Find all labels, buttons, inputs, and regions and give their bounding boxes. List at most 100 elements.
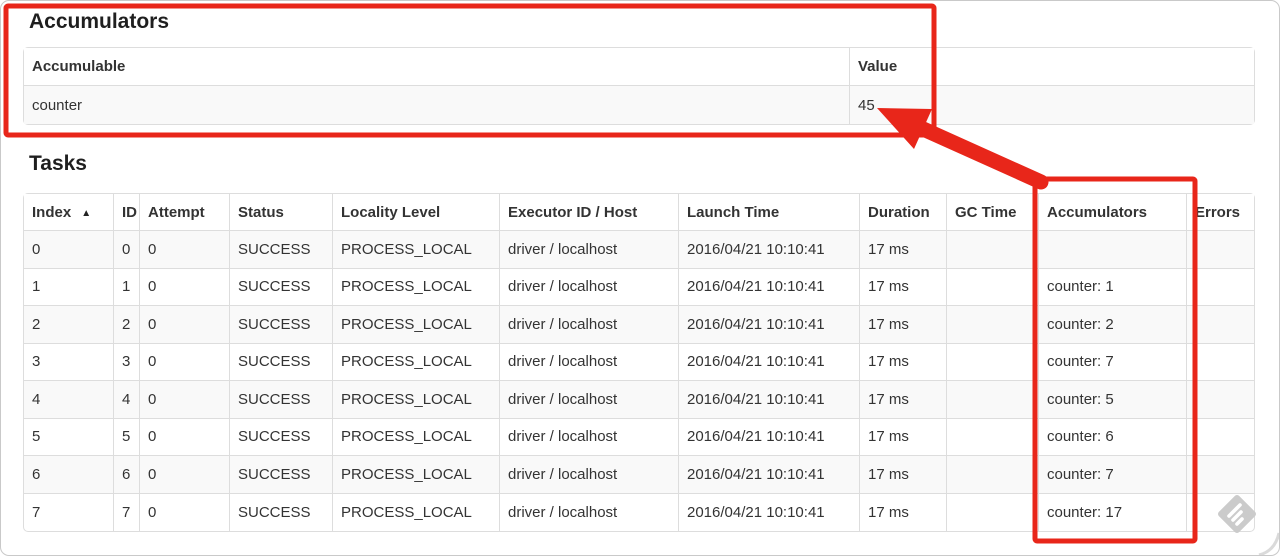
- task-launch-time-cell: 2016/04/21 10:10:41: [679, 343, 860, 381]
- task-errors-cell: [1187, 344, 1254, 381]
- task-attempt-cell: 0: [140, 493, 230, 531]
- watermark-swoosh-decoration: [1258, 532, 1279, 555]
- task-errors-cell: [1187, 494, 1254, 532]
- locality-level-column-header[interactable]: Locality Level: [333, 194, 500, 231]
- task-locality-cell: PROCESS_LOCAL: [333, 456, 500, 494]
- task-row: 6 6 0 SUCCESS PROCESS_LOCAL driver / localhos…: [24, 456, 1254, 494]
- task-status-cell: SUCCESS: [230, 418, 333, 456]
- task-executor-cell: driver / localhost: [500, 268, 679, 306]
- id-column-header[interactable]: ID: [114, 194, 140, 231]
- task-id-cell: 3: [114, 343, 140, 381]
- task-accumulators-cell: counter: 7: [1039, 343, 1187, 381]
- gc-time-column-header[interactable]: GC Time: [947, 194, 1039, 231]
- task-status-cell: SUCCESS: [230, 268, 333, 306]
- task-duration-cell: 17 ms: [860, 306, 947, 344]
- task-id-cell: 5: [114, 418, 140, 456]
- task-errors-cell: [1187, 456, 1254, 494]
- task-status-cell: SUCCESS: [230, 343, 333, 381]
- accumulables-table: Accumulable Value counter 45: [23, 47, 1255, 125]
- task-attempt-cell: 0: [140, 268, 230, 306]
- task-errors-cell: [1187, 306, 1254, 344]
- task-status-cell: SUCCESS: [230, 306, 333, 344]
- task-gc-time-cell: [947, 381, 1039, 419]
- task-locality-cell: PROCESS_LOCAL: [333, 231, 500, 269]
- task-accumulators-cell: counter: 17: [1039, 493, 1187, 531]
- task-accumulators-cell: counter: 5: [1039, 381, 1187, 419]
- accumulators-column-header[interactable]: Accumulators: [1039, 194, 1187, 231]
- launch-time-column-header[interactable]: Launch Time: [679, 194, 860, 231]
- task-executor-cell: driver / localhost: [500, 418, 679, 456]
- task-accumulators-cell: counter: 2: [1039, 306, 1187, 344]
- task-row: 7 7 0 SUCCESS PROCESS_LOCAL driver / localhos…: [24, 493, 1254, 532]
- task-id-cell: 2: [114, 306, 140, 344]
- browser-page-frame: Accumulators Accumulable Value counter 4…: [0, 0, 1280, 556]
- task-executor-cell: driver / localhost: [500, 306, 679, 344]
- task-accumulators-cell: counter: 6: [1039, 418, 1187, 456]
- accumulators-section-title: Accumulators: [29, 10, 170, 33]
- task-status-cell: SUCCESS: [230, 493, 333, 531]
- task-row: 4 4 0 SUCCESS PROCESS_LOCAL driver / localhos…: [24, 381, 1254, 419]
- task-status-cell: SUCCESS: [230, 456, 333, 494]
- task-locality-cell: PROCESS_LOCAL: [333, 268, 500, 306]
- task-executor-cell: driver / localhost: [500, 231, 679, 269]
- task-accumulators-cell: counter: 7: [1039, 456, 1187, 494]
- task-launch-time-cell: 2016/04/21 10:10:41: [679, 306, 860, 344]
- accumulable-name-cell: counter: [24, 86, 850, 124]
- task-id-cell: 7: [114, 493, 140, 531]
- task-errors-cell: [1187, 381, 1254, 419]
- task-gc-time-cell: [947, 456, 1039, 494]
- tasks-header-row: Index ▲ ID Attempt Status Locality Level …: [24, 194, 1254, 231]
- accumulable-row: counter 45: [24, 86, 1254, 124]
- task-attempt-cell: 0: [140, 306, 230, 344]
- attempt-column-header[interactable]: Attempt: [140, 194, 230, 231]
- task-locality-cell: PROCESS_LOCAL: [333, 343, 500, 381]
- task-duration-cell: 17 ms: [860, 343, 947, 381]
- duration-column-header[interactable]: Duration: [860, 194, 947, 231]
- task-row: 5 5 0 SUCCESS PROCESS_LOCAL driver / localhos…: [24, 418, 1254, 456]
- task-locality-cell: PROCESS_LOCAL: [333, 418, 500, 456]
- task-index-cell: 0: [24, 231, 114, 269]
- task-locality-cell: PROCESS_LOCAL: [333, 493, 500, 531]
- task-status-cell: SUCCESS: [230, 231, 333, 269]
- executor-id-host-column-header[interactable]: Executor ID / Host: [500, 194, 679, 231]
- task-duration-cell: 17 ms: [860, 268, 947, 306]
- task-errors-cell: [1187, 419, 1254, 456]
- task-index-cell: 4: [24, 381, 114, 419]
- task-index-cell: 6: [24, 456, 114, 494]
- tasks-table-body: 0 0 0 SUCCESS PROCESS_LOCAL driver / localhos…: [24, 231, 1254, 531]
- task-launch-time-cell: 2016/04/21 10:10:41: [679, 456, 860, 494]
- tasks-table: Index ▲ ID Attempt Status Locality Level …: [23, 193, 1255, 532]
- tasks-section-title: Tasks: [29, 152, 87, 175]
- task-attempt-cell: 0: [140, 231, 230, 269]
- task-launch-time-cell: 2016/04/21 10:10:41: [679, 381, 860, 419]
- task-launch-time-cell: 2016/04/21 10:10:41: [679, 268, 860, 306]
- task-id-cell: 4: [114, 381, 140, 419]
- task-duration-cell: 17 ms: [860, 418, 947, 456]
- task-status-cell: SUCCESS: [230, 381, 333, 419]
- task-row: 1 1 0 SUCCESS PROCESS_LOCAL driver / localhos…: [24, 268, 1254, 306]
- accumulable-column-header: Accumulable: [24, 48, 850, 86]
- task-row: 3 3 0 SUCCESS PROCESS_LOCAL driver / localhos…: [24, 343, 1254, 381]
- task-id-cell: 6: [114, 456, 140, 494]
- task-duration-cell: 17 ms: [860, 493, 947, 531]
- task-gc-time-cell: [947, 306, 1039, 344]
- task-index-cell: 7: [24, 493, 114, 531]
- task-duration-cell: 17 ms: [860, 381, 947, 419]
- task-duration-cell: 17 ms: [860, 456, 947, 494]
- task-gc-time-cell: [947, 418, 1039, 456]
- status-column-header[interactable]: Status: [230, 194, 333, 231]
- index-column-header[interactable]: Index ▲: [24, 194, 114, 231]
- task-gc-time-cell: [947, 268, 1039, 306]
- accumulable-value-cell: 45: [850, 86, 1254, 124]
- task-executor-cell: driver / localhost: [500, 456, 679, 494]
- task-locality-cell: PROCESS_LOCAL: [333, 381, 500, 419]
- errors-column-header[interactable]: Errors: [1187, 194, 1254, 231]
- task-row: 2 2 0 SUCCESS PROCESS_LOCAL driver / localhos…: [24, 306, 1254, 344]
- index-column-label: Index: [32, 203, 72, 221]
- task-launch-time-cell: 2016/04/21 10:10:41: [679, 231, 860, 269]
- task-locality-cell: PROCESS_LOCAL: [333, 306, 500, 344]
- value-column-header: Value: [850, 48, 1254, 86]
- task-row: 0 0 0 SUCCESS PROCESS_LOCAL driver / localhos…: [24, 231, 1254, 269]
- accumulables-header-row: Accumulable Value: [24, 48, 1254, 86]
- task-executor-cell: driver / localhost: [500, 343, 679, 381]
